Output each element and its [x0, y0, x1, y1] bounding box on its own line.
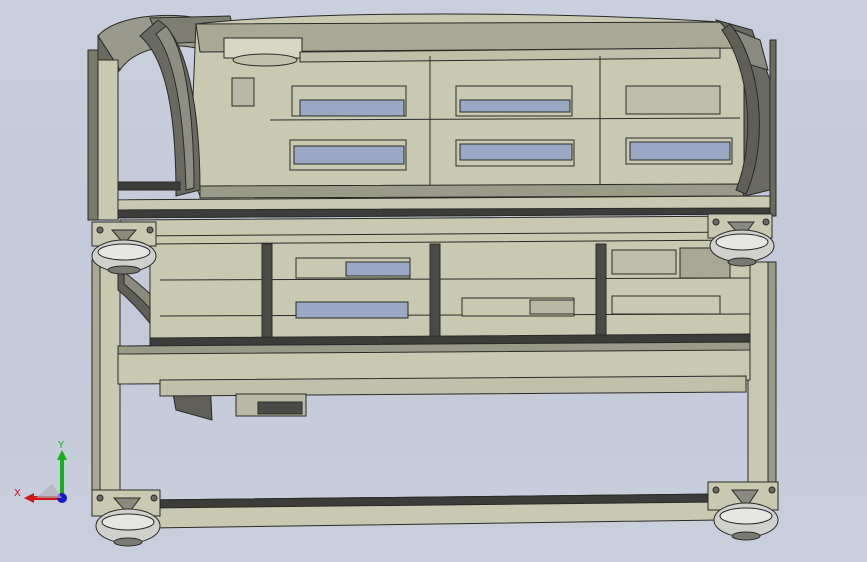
- caster-rear-right: [707, 481, 779, 541]
- caster-rear-left: [91, 489, 161, 547]
- base-rail: [149, 493, 721, 529]
- lower-frame-rail: [117, 341, 751, 417]
- upper-tray: [189, 13, 746, 199]
- caster-front-left-upper: [91, 221, 157, 275]
- coordinate-triad: Y X: [14, 440, 67, 503]
- graphics-viewport[interactable]: Y X: [0, 0, 867, 562]
- model-view[interactable]: [0, 0, 867, 562]
- y-axis-arrow: [57, 450, 67, 498]
- y-axis-label: Y: [57, 440, 65, 451]
- lower-tray: [149, 239, 751, 351]
- x-axis-label: X: [14, 488, 21, 499]
